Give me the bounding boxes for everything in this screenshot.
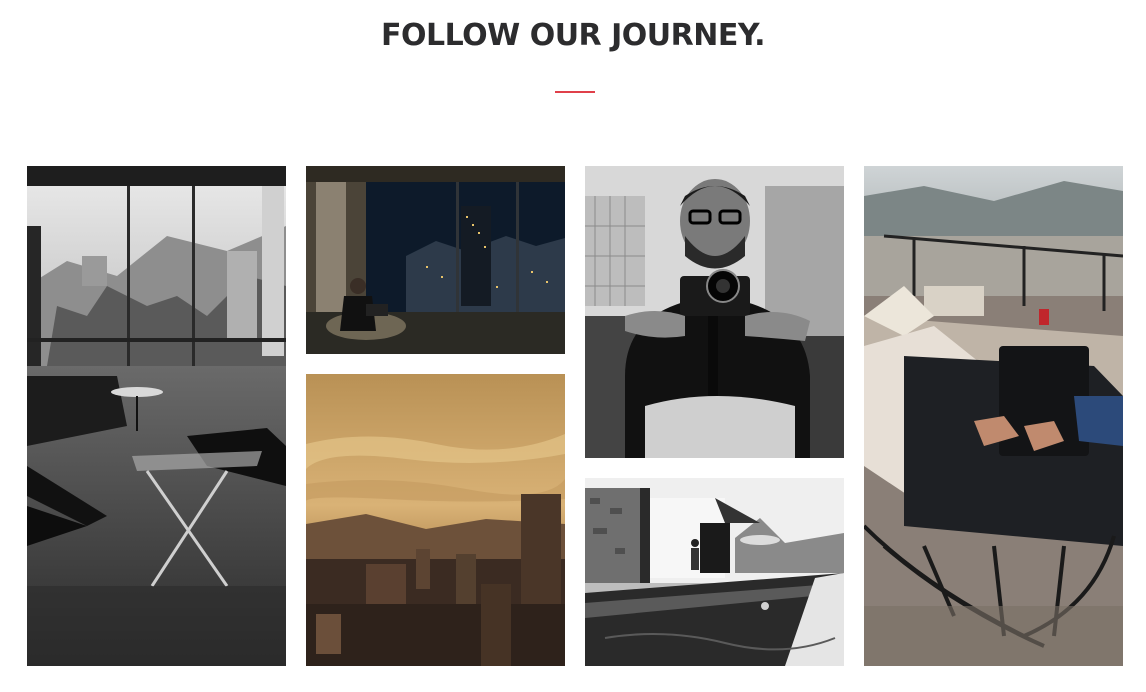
night-window-image <box>306 166 565 354</box>
camera-man-image <box>585 166 844 458</box>
sunset-skyline-image <box>306 374 565 666</box>
gallery-photo-sunset-skyline[interactable] <box>306 374 565 666</box>
title-divider <box>555 91 595 93</box>
gallery-photo-living-room[interactable] <box>27 166 286 666</box>
section-title: FOLLOW OUR JOURNEY. <box>381 18 766 53</box>
balcony-laptop-image <box>864 166 1123 666</box>
rooftop-pool-image <box>585 478 844 666</box>
gallery-photo-balcony-laptop[interactable] <box>864 166 1123 666</box>
gallery-photo-camera-man[interactable] <box>585 166 844 458</box>
living-room-image <box>27 166 286 666</box>
gallery-photo-rooftop-pool[interactable] <box>585 478 844 666</box>
gallery-photo-night-window[interactable] <box>306 166 565 354</box>
